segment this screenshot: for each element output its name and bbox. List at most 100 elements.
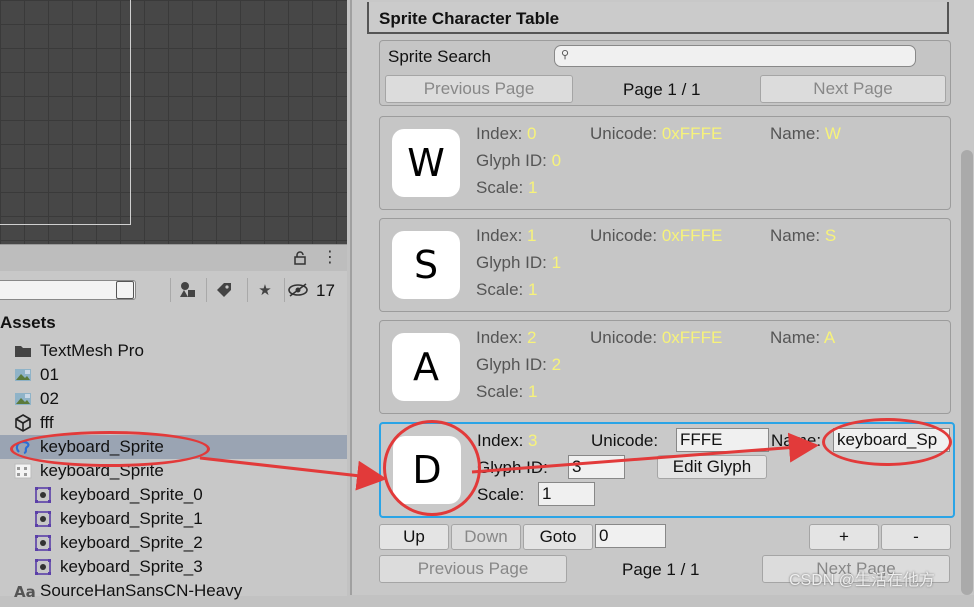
index-value: 1 xyxy=(527,226,537,245)
name-label: Name: xyxy=(771,431,822,450)
unicode-field: Unicode: 0xFFFE xyxy=(590,226,722,246)
name-label: Name: xyxy=(770,226,821,245)
scene-view[interactable] xyxy=(0,0,347,244)
scale-field: Scale: 1 xyxy=(476,178,537,198)
asset-tree-label: 02 xyxy=(40,389,59,408)
search-by-type-icon[interactable] xyxy=(116,281,134,299)
favorites-star-icon[interactable]: ★ xyxy=(247,278,282,302)
glyph-id-label: Glyph ID: xyxy=(477,458,548,477)
goto-button[interactable]: Goto xyxy=(523,524,593,550)
asset-tree-item[interactable]: 02 xyxy=(0,387,347,411)
glyph-id-label: Glyph ID: xyxy=(476,253,547,272)
page-indicator-bottom: Page 1 / 1 xyxy=(622,560,700,579)
unicode-input[interactable]: FFFE xyxy=(676,428,769,452)
asset-tree-item[interactable]: keyboard_Sprite_1 xyxy=(0,507,347,531)
asset-tree-label: TextMesh Pro xyxy=(40,341,144,360)
project-search-input[interactable] xyxy=(0,280,136,300)
index-value: 0 xyxy=(527,124,537,143)
previous-page-button-bottom[interactable]: Previous Page xyxy=(379,555,567,583)
scale-label: Scale: xyxy=(476,280,524,299)
sprite-icon xyxy=(34,486,52,504)
next-page-button[interactable]: Next Page xyxy=(760,75,946,103)
sprite-glyph-preview: A xyxy=(392,333,460,401)
glyph-id-value: 0 xyxy=(551,151,562,170)
texture-icon xyxy=(14,462,32,480)
glyph-id-field: Glyph ID: 2 xyxy=(476,355,561,375)
index-label: Index: xyxy=(476,328,523,347)
scale-input[interactable]: 1 xyxy=(538,482,595,506)
asset-tree-label: keyboard_Sprite_2 xyxy=(60,533,203,552)
sprite-icon xyxy=(34,510,52,528)
name-field: Name: S xyxy=(770,226,836,246)
page-indicator: Page 1 / 1 xyxy=(623,80,701,99)
asset-tree-item[interactable]: keyboard_Sprite_3 xyxy=(0,555,347,579)
previous-page-button[interactable]: Previous Page xyxy=(385,75,573,103)
sprite-character-card[interactable]: A Index: 2 Unicode: 0xFFFE Name: A Glyph ID:… xyxy=(379,320,951,414)
sprite-character-table-header[interactable]: Sprite Character Table xyxy=(367,2,949,34)
unicode-value: 0xFFFE xyxy=(661,328,723,347)
hidden-packages-count: 17 xyxy=(316,281,335,300)
asset-tree-item[interactable]: fff xyxy=(0,411,347,435)
scale-field: Scale: 1 xyxy=(476,280,537,300)
lock-icon[interactable] xyxy=(293,251,307,265)
sprite-character-card[interactable]: W Index: 0 Unicode: 0xFFFE Name: W Glyph ID:… xyxy=(379,116,951,210)
sprite-search-section: Sprite Search ⚲ Previous Page Page 1 / 1… xyxy=(379,40,951,106)
index-label: Index: xyxy=(476,226,523,245)
edit-glyph-button[interactable]: Edit Glyph xyxy=(657,455,767,479)
sprite-search-input[interactable]: ⚲ xyxy=(554,45,916,67)
index-value: 2 xyxy=(527,328,537,347)
inspector-scrollbar[interactable] xyxy=(961,150,973,595)
unicode-label: Unicode: xyxy=(590,124,658,143)
glyph-id-value: 1 xyxy=(551,253,562,272)
filter-by-label-icon[interactable] xyxy=(206,278,241,302)
sprite-icon xyxy=(34,534,52,552)
sprite-search-label: Sprite Search xyxy=(388,47,491,66)
unicode-field: Unicode: 0xFFFE xyxy=(590,124,722,144)
more-options-icon[interactable]: ⋮ xyxy=(322,250,338,266)
unicode-value: 0xFFFE xyxy=(661,124,723,143)
glyph-id-field: Glyph ID: 0 xyxy=(476,151,561,171)
move-down-button[interactable]: Down xyxy=(451,524,521,550)
index-label: Index: xyxy=(476,124,523,143)
asset-tree-item[interactable]: Aa SourceHanSansCN-Heavy xyxy=(0,579,347,603)
asset-tree-item[interactable]: keyboard_Sprite_0 xyxy=(0,483,347,507)
scale-value: 1 xyxy=(527,280,538,299)
asset-tree-label: 01 xyxy=(40,365,59,384)
glyph-id-input[interactable]: 3 xyxy=(568,455,625,479)
unicode-label: Unicode: xyxy=(590,226,658,245)
move-up-button[interactable]: Up xyxy=(379,524,449,550)
sprite-icon xyxy=(34,558,52,576)
remove-character-button[interactable]: - xyxy=(881,524,951,550)
scale-label: Scale: xyxy=(477,485,525,504)
asset-tree-label: keyboard_Sprite_3 xyxy=(60,557,203,576)
hidden-packages-icon[interactable] xyxy=(284,278,311,302)
name-field: Name: W xyxy=(770,124,841,144)
asset-tree-item[interactable]: 01 xyxy=(0,363,347,387)
highlight-ellipse-asset xyxy=(10,431,210,467)
sprite-character-card[interactable]: S Index: 1 Unicode: 0xFFFE Name: S Glyph ID:… xyxy=(379,218,951,312)
svg-text:Aa: Aa xyxy=(14,583,36,600)
index-field: Index: 2 xyxy=(476,328,537,348)
name-label: Name: xyxy=(770,124,821,143)
assets-root-label[interactable]: Assets xyxy=(0,313,56,333)
asset-tree-item[interactable]: TextMesh Pro xyxy=(0,339,347,363)
add-character-button[interactable]: + xyxy=(809,524,879,550)
unicode-field: Unicode: 0xFFFE xyxy=(590,328,722,348)
asset-tree-item[interactable]: keyboard_Sprite_2 xyxy=(0,531,347,555)
project-header: ⋮ xyxy=(0,245,347,271)
project-panel: ⋮ ★ 17 Assets TextMesh Pro 01 02 fff keyboar… xyxy=(0,244,347,601)
glyph-id-label: Glyph ID: xyxy=(476,355,547,374)
scale-value: 1 xyxy=(527,178,538,197)
unicode-label: Unicode: xyxy=(590,328,658,347)
asset-tree-label: keyboard_Sprite_1 xyxy=(60,509,203,528)
index-field: Index: 1 xyxy=(476,226,537,246)
goto-index-input[interactable]: 0 xyxy=(595,524,666,548)
name-field: Name: A xyxy=(770,328,835,348)
search-icon: ⚲ xyxy=(561,49,570,61)
image-icon xyxy=(14,366,32,384)
asset-tree-label: SourceHanSansCN-Heavy xyxy=(40,581,243,600)
filter-by-type-icon[interactable] xyxy=(170,278,205,302)
highlight-ellipse-glyph xyxy=(383,420,481,516)
name-label: Name: xyxy=(770,328,821,347)
glyph-id-value: 2 xyxy=(551,355,562,374)
